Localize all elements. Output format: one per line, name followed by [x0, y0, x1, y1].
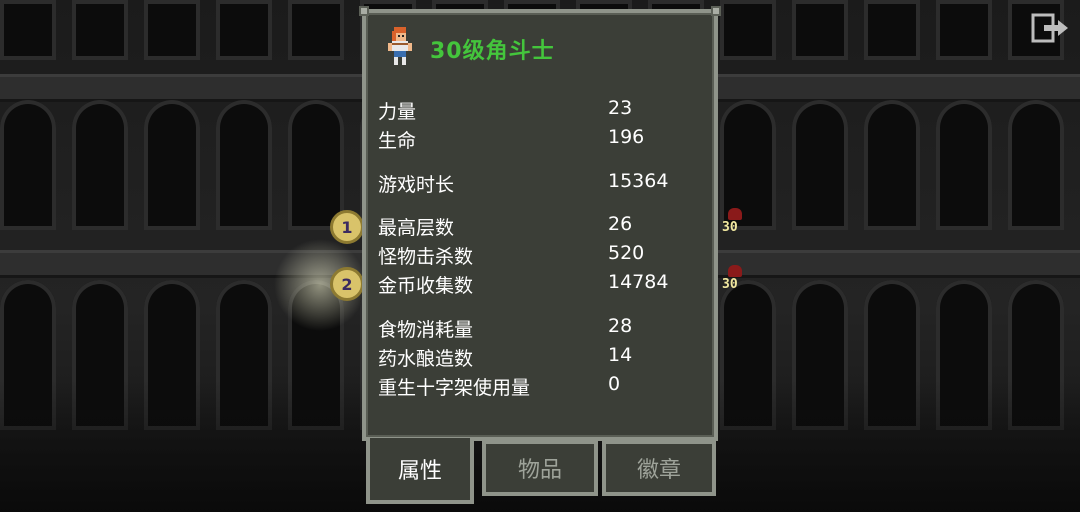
stat-row-playtime: 游戏时长 15364 — [378, 170, 708, 198]
stat-label: 游戏时长 — [378, 174, 455, 196]
level-marker-1: 30 — [722, 208, 748, 246]
tab-attributes[interactable]: 属性 — [366, 438, 474, 504]
level-number: 30 — [722, 277, 738, 292]
stat-value: 14 — [608, 344, 633, 366]
stat-row-enemies-slain: 怪物击杀数 520 — [378, 242, 708, 270]
gladiator-avatar-icon — [388, 27, 412, 65]
stat-value: 14784 — [608, 271, 669, 293]
tab-items[interactable]: 物品 — [482, 440, 598, 496]
tab-badges[interactable]: 徽章 — [602, 440, 716, 496]
level-marker-2: 30 — [722, 265, 748, 303]
stat-value: 26 — [608, 213, 633, 235]
stat-value: 15364 — [608, 170, 669, 192]
stat-label: 生命 — [378, 130, 417, 152]
hero-title: 30级角斗士 — [430, 39, 555, 64]
stat-row-strength: 力量 23 — [378, 97, 708, 125]
stat-row-ankhs-used: 重生十字架使用量 0 — [378, 373, 708, 401]
stat-label: 金币收集数 — [378, 275, 474, 297]
panel-corner — [711, 6, 721, 16]
exit-icon — [1031, 13, 1068, 43]
rank-number: 2 — [341, 274, 353, 294]
level-number: 30 — [722, 220, 738, 235]
stat-row-gold-collected: 金币收集数 14784 — [378, 271, 708, 299]
stat-row-max-depth: 最高层数 26 — [378, 213, 708, 241]
stat-row-health: 生命 196 — [378, 126, 708, 154]
stat-label: 食物消耗量 — [378, 319, 474, 341]
stat-label: 药水酿造数 — [378, 348, 474, 370]
stat-label: 重生十字架使用量 — [378, 377, 531, 399]
exit-button[interactable] — [1030, 12, 1070, 44]
stat-label: 最高层数 — [378, 217, 455, 239]
rank-badge-1[interactable]: 1 — [330, 210, 364, 244]
rank-badge-2[interactable]: 2 — [330, 267, 364, 301]
stat-value: 0 — [608, 373, 621, 395]
panel-corner — [359, 6, 369, 16]
stat-value: 23 — [608, 97, 633, 119]
stat-label: 怪物击杀数 — [378, 246, 474, 268]
stat-value: 520 — [608, 242, 645, 264]
stat-label: 力量 — [378, 101, 417, 123]
stat-row-potions-brewed: 药水酿造数 14 — [378, 344, 708, 372]
stat-value: 196 — [608, 126, 645, 148]
rank-number: 1 — [341, 217, 353, 237]
stat-value: 28 — [608, 315, 633, 337]
stat-row-food-eaten: 食物消耗量 28 — [378, 315, 708, 343]
hero-stats-panel: 30级角斗士 力量 23 生命 196 游戏时长 15364 最高层数 26 怪… — [359, 6, 721, 441]
